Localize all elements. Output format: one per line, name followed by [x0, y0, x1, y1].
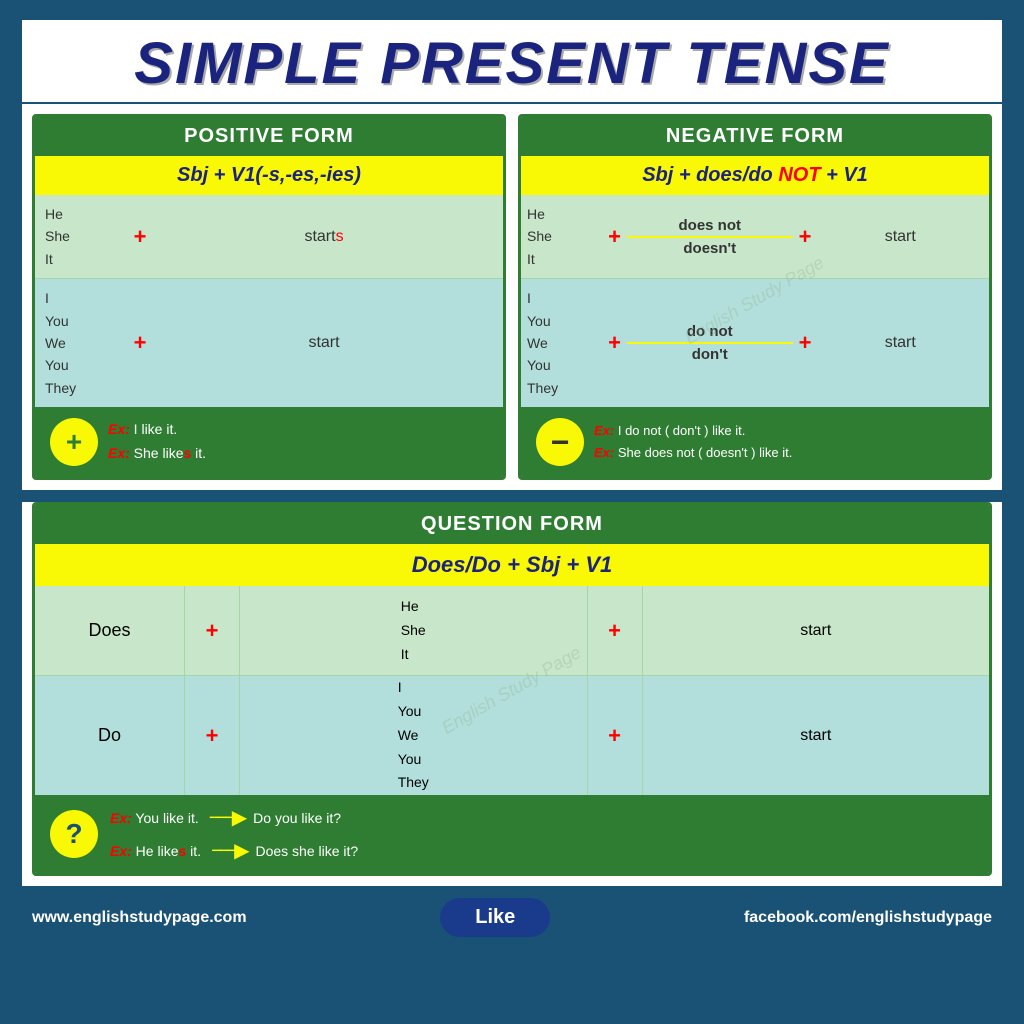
- negative-examples: Ex: I do not ( don't ) like it. Ex: She …: [594, 420, 792, 464]
- q-plus-1: +: [185, 586, 240, 675]
- q-verb-1: start: [643, 586, 990, 675]
- pos-subject-2: IYouWeYouThey: [45, 287, 125, 399]
- negative-form-formula: Sbj + does/do NOT + V1: [521, 156, 989, 195]
- question-icon: ?: [50, 810, 98, 858]
- negative-form-panel: NEGATIVE FORM Sbj + does/do NOT + V1 Eng…: [518, 114, 992, 480]
- neg-subject-2: IYouWeYouThey: [527, 287, 602, 399]
- like-button[interactable]: Like: [440, 898, 550, 937]
- question-form-header: www.englishstudypage.com www.englishstud…: [35, 505, 989, 544]
- positive-form-panel: POSITIVE FORM Sbj + V1(-s,-es,-ies) HeSh…: [32, 114, 506, 480]
- pos-verb-1: starts: [155, 228, 493, 246]
- positive-icon: +: [50, 418, 98, 466]
- pos-subject-1: HeSheIt: [45, 203, 125, 270]
- negative-icon: −: [536, 418, 584, 466]
- footer-facebook: facebook.com/englishstudypage: [744, 909, 992, 927]
- q-subj-1: HeSheIt: [240, 586, 588, 675]
- q-verb-2: start: [643, 676, 990, 795]
- positive-form-formula: Sbj + V1(-s,-es,-ies): [35, 156, 503, 195]
- question-examples: Ex: You like it. −−−▶ Do you like it? Ex…: [110, 805, 974, 863]
- pos-verb-2: start: [155, 334, 493, 352]
- neg-plus2-1: +: [793, 224, 818, 250]
- question-example-box: ? Ex: You like it. −−−▶ Do you like it? …: [35, 795, 989, 873]
- watermark-arc-right: www.englishstudypage.com: [814, 502, 984, 544]
- pos-plus-1: +: [125, 224, 155, 250]
- q-subj-2: IYouWeYouThey: [240, 676, 588, 795]
- neg-subject-1: HeSheIt: [527, 203, 602, 270]
- question-form-formula: Does/Do + Sbj + V1: [35, 544, 989, 586]
- watermark-arc-left: www.englishstudypage.com: [40, 502, 210, 544]
- page-title: SIMPLE PRESENT TENSE: [22, 20, 1002, 102]
- positive-form-header: POSITIVE FORM: [35, 117, 503, 156]
- footer-website: www.englishstudypage.com: [32, 909, 247, 927]
- negative-form-header: NEGATIVE FORM: [521, 117, 989, 156]
- negative-example-box: − Ex: I do not ( don't ) like it. Ex: Sh…: [521, 407, 989, 477]
- pos-plus-2: +: [125, 330, 155, 356]
- q-aux-1: Does: [35, 586, 185, 675]
- neg-verb-1: does not doesn't: [627, 217, 793, 257]
- q-plus-2: +: [185, 676, 240, 795]
- neg-verb-2: do not don't: [627, 323, 793, 363]
- positive-example-box: + Ex: I like it. Ex: She likes it.: [35, 407, 503, 477]
- neg-result-1: start: [818, 228, 984, 246]
- neg-plus2-2: +: [793, 330, 818, 356]
- neg-plus1-1: +: [602, 224, 627, 250]
- q-plus2-2: +: [588, 676, 643, 795]
- footer: www.englishstudypage.com Like facebook.c…: [22, 886, 1002, 949]
- neg-plus1-2: +: [602, 330, 627, 356]
- neg-result-2: start: [818, 334, 984, 352]
- q-aux-2: Do: [35, 676, 185, 795]
- q-plus2-1: +: [588, 586, 643, 675]
- positive-examples: Ex: I like it. Ex: She likes it.: [108, 418, 206, 466]
- question-form-panel: www.englishstudypage.com www.englishstud…: [32, 502, 992, 876]
